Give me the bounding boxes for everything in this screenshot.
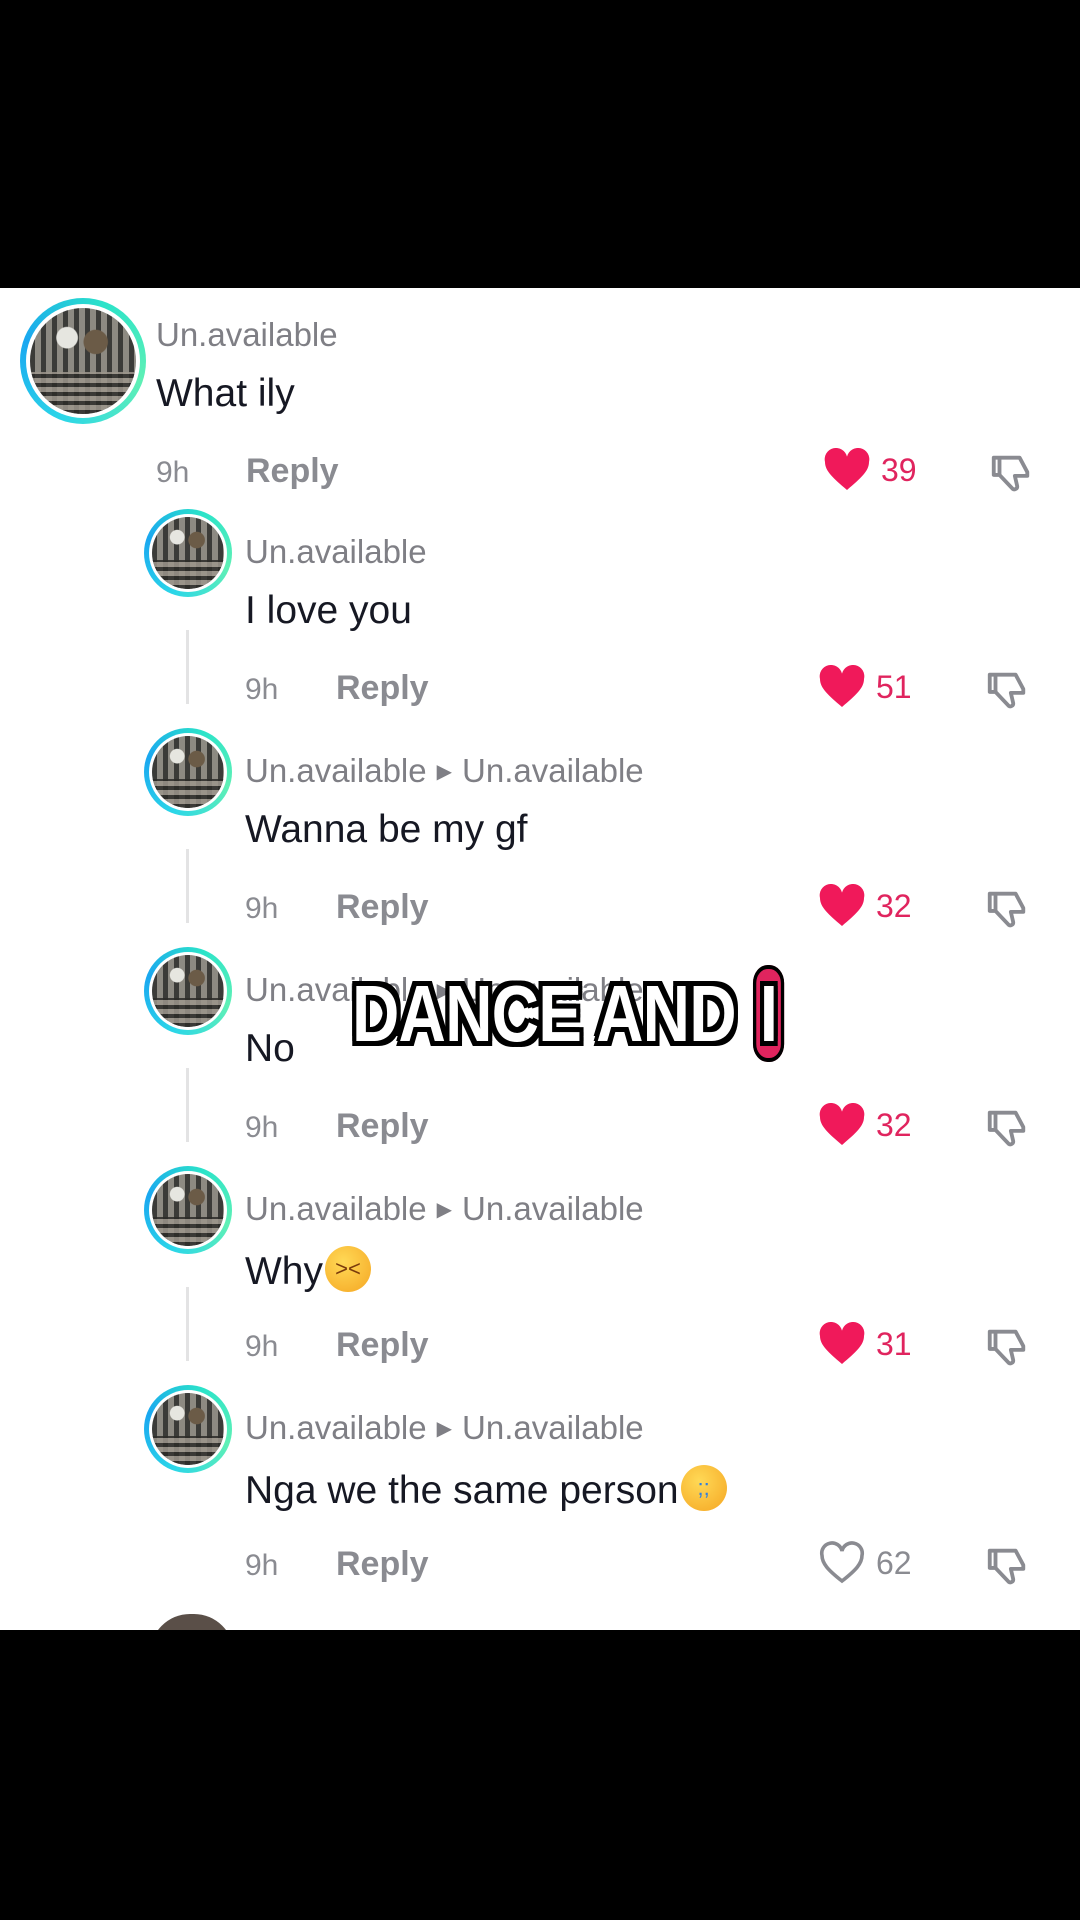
heart-icon (819, 1103, 865, 1145)
reply-button[interactable]: Reply (336, 669, 429, 708)
thumbs-down-icon[interactable] (984, 667, 1030, 713)
like-button[interactable]: 31 (818, 1322, 912, 1366)
thread-line (186, 1068, 189, 1142)
like-button[interactable]: 62 (818, 1541, 912, 1585)
heart-outline-icon (819, 1541, 865, 1584)
avatar[interactable] (144, 947, 232, 1035)
comment-username[interactable]: Un.available ▶ Un.available (245, 752, 644, 790)
like-count: 32 (876, 1106, 912, 1143)
comment-username[interactable]: Un.available (245, 533, 427, 571)
avatar[interactable] (144, 728, 232, 816)
reply-button[interactable]: Reply (336, 1326, 429, 1365)
reply-button[interactable]: Reply (246, 452, 339, 491)
reply-to-name[interactable]: Un.available (462, 1190, 644, 1227)
comment-time: 9h (245, 1330, 279, 1363)
like-button[interactable]: 32 (818, 1103, 912, 1147)
reply-button[interactable]: Reply (336, 1545, 429, 1584)
like-button[interactable]: 32 (818, 884, 912, 928)
triangle-right-icon: ▶ (436, 761, 453, 783)
comment-time: 9h (245, 1111, 279, 1144)
author-name[interactable]: Un.available (245, 1409, 427, 1446)
comment-text-body: Why (245, 1250, 323, 1293)
comment-text: No (245, 1027, 295, 1070)
like-button[interactable]: 39 (823, 448, 917, 492)
like-count: 39 (881, 451, 917, 488)
comment-text: Nga we the same person;; (245, 1465, 727, 1513)
comment-text: What ily (156, 372, 295, 415)
reply-button[interactable]: Reply (336, 888, 429, 927)
video-caption-overlay: DANCE AND I (352, 965, 784, 1062)
reply-to-name[interactable]: Un.available (462, 752, 644, 789)
loudly-crying-face-emoji: ;; (680, 1465, 727, 1511)
avatar[interactable] (144, 509, 232, 597)
thumbs-down-icon[interactable] (984, 1543, 1030, 1589)
avatar[interactable] (144, 1385, 232, 1473)
heart-icon (819, 1322, 865, 1364)
thread-line (186, 849, 189, 923)
comment-text: Why >< (245, 1246, 371, 1294)
comments-panel: Un.available What ily 9h Reply 39 Un.ava… (0, 288, 1080, 1630)
heart-icon (819, 884, 865, 926)
comment-username[interactable]: Un.available ▶ Un.available (245, 1409, 644, 1447)
comment-time: 9h (245, 892, 279, 925)
comment-username[interactable]: Un.available (156, 316, 338, 354)
thumbs-down-icon[interactable] (988, 450, 1034, 496)
comment-text: I love you (245, 589, 412, 632)
caption-highlight: I (753, 965, 784, 1062)
like-count: 62 (876, 1544, 912, 1581)
comment-username[interactable]: Un.available ▶ Un.available (245, 1190, 644, 1228)
avatar[interactable] (150, 1614, 234, 1630)
thread-line (186, 1287, 189, 1361)
comment-time: 9h (156, 456, 190, 489)
like-count: 31 (876, 1325, 912, 1362)
triangle-right-icon: ▶ (436, 1418, 453, 1440)
avatar[interactable] (20, 298, 146, 424)
comment-time: 9h (245, 673, 279, 706)
triangle-right-icon: ▶ (436, 1199, 453, 1221)
thumbs-down-icon[interactable] (984, 1324, 1030, 1370)
like-count: 32 (876, 887, 912, 924)
thread-line (186, 630, 189, 704)
like-count: 51 (876, 668, 912, 705)
reply-button[interactable]: Reply (336, 1107, 429, 1146)
thumbs-down-icon[interactable] (984, 886, 1030, 932)
avatar[interactable] (144, 1166, 232, 1254)
reply-to-name[interactable]: Un.available (462, 1409, 644, 1446)
heart-icon (819, 665, 865, 707)
thumbs-down-icon[interactable] (984, 1105, 1030, 1151)
heart-icon (824, 448, 870, 490)
author-name[interactable]: Un.available (245, 752, 427, 789)
caption-text: DANCE AND (352, 969, 754, 1058)
author-name[interactable]: Un.available (245, 1190, 427, 1227)
comment-text: Wanna be my gf (245, 808, 528, 851)
like-button[interactable]: 51 (818, 665, 912, 709)
comment-time: 9h (245, 1549, 279, 1582)
persevering-face-emoji: >< (325, 1246, 371, 1292)
comment-text-body: Nga we the same person (245, 1469, 679, 1512)
